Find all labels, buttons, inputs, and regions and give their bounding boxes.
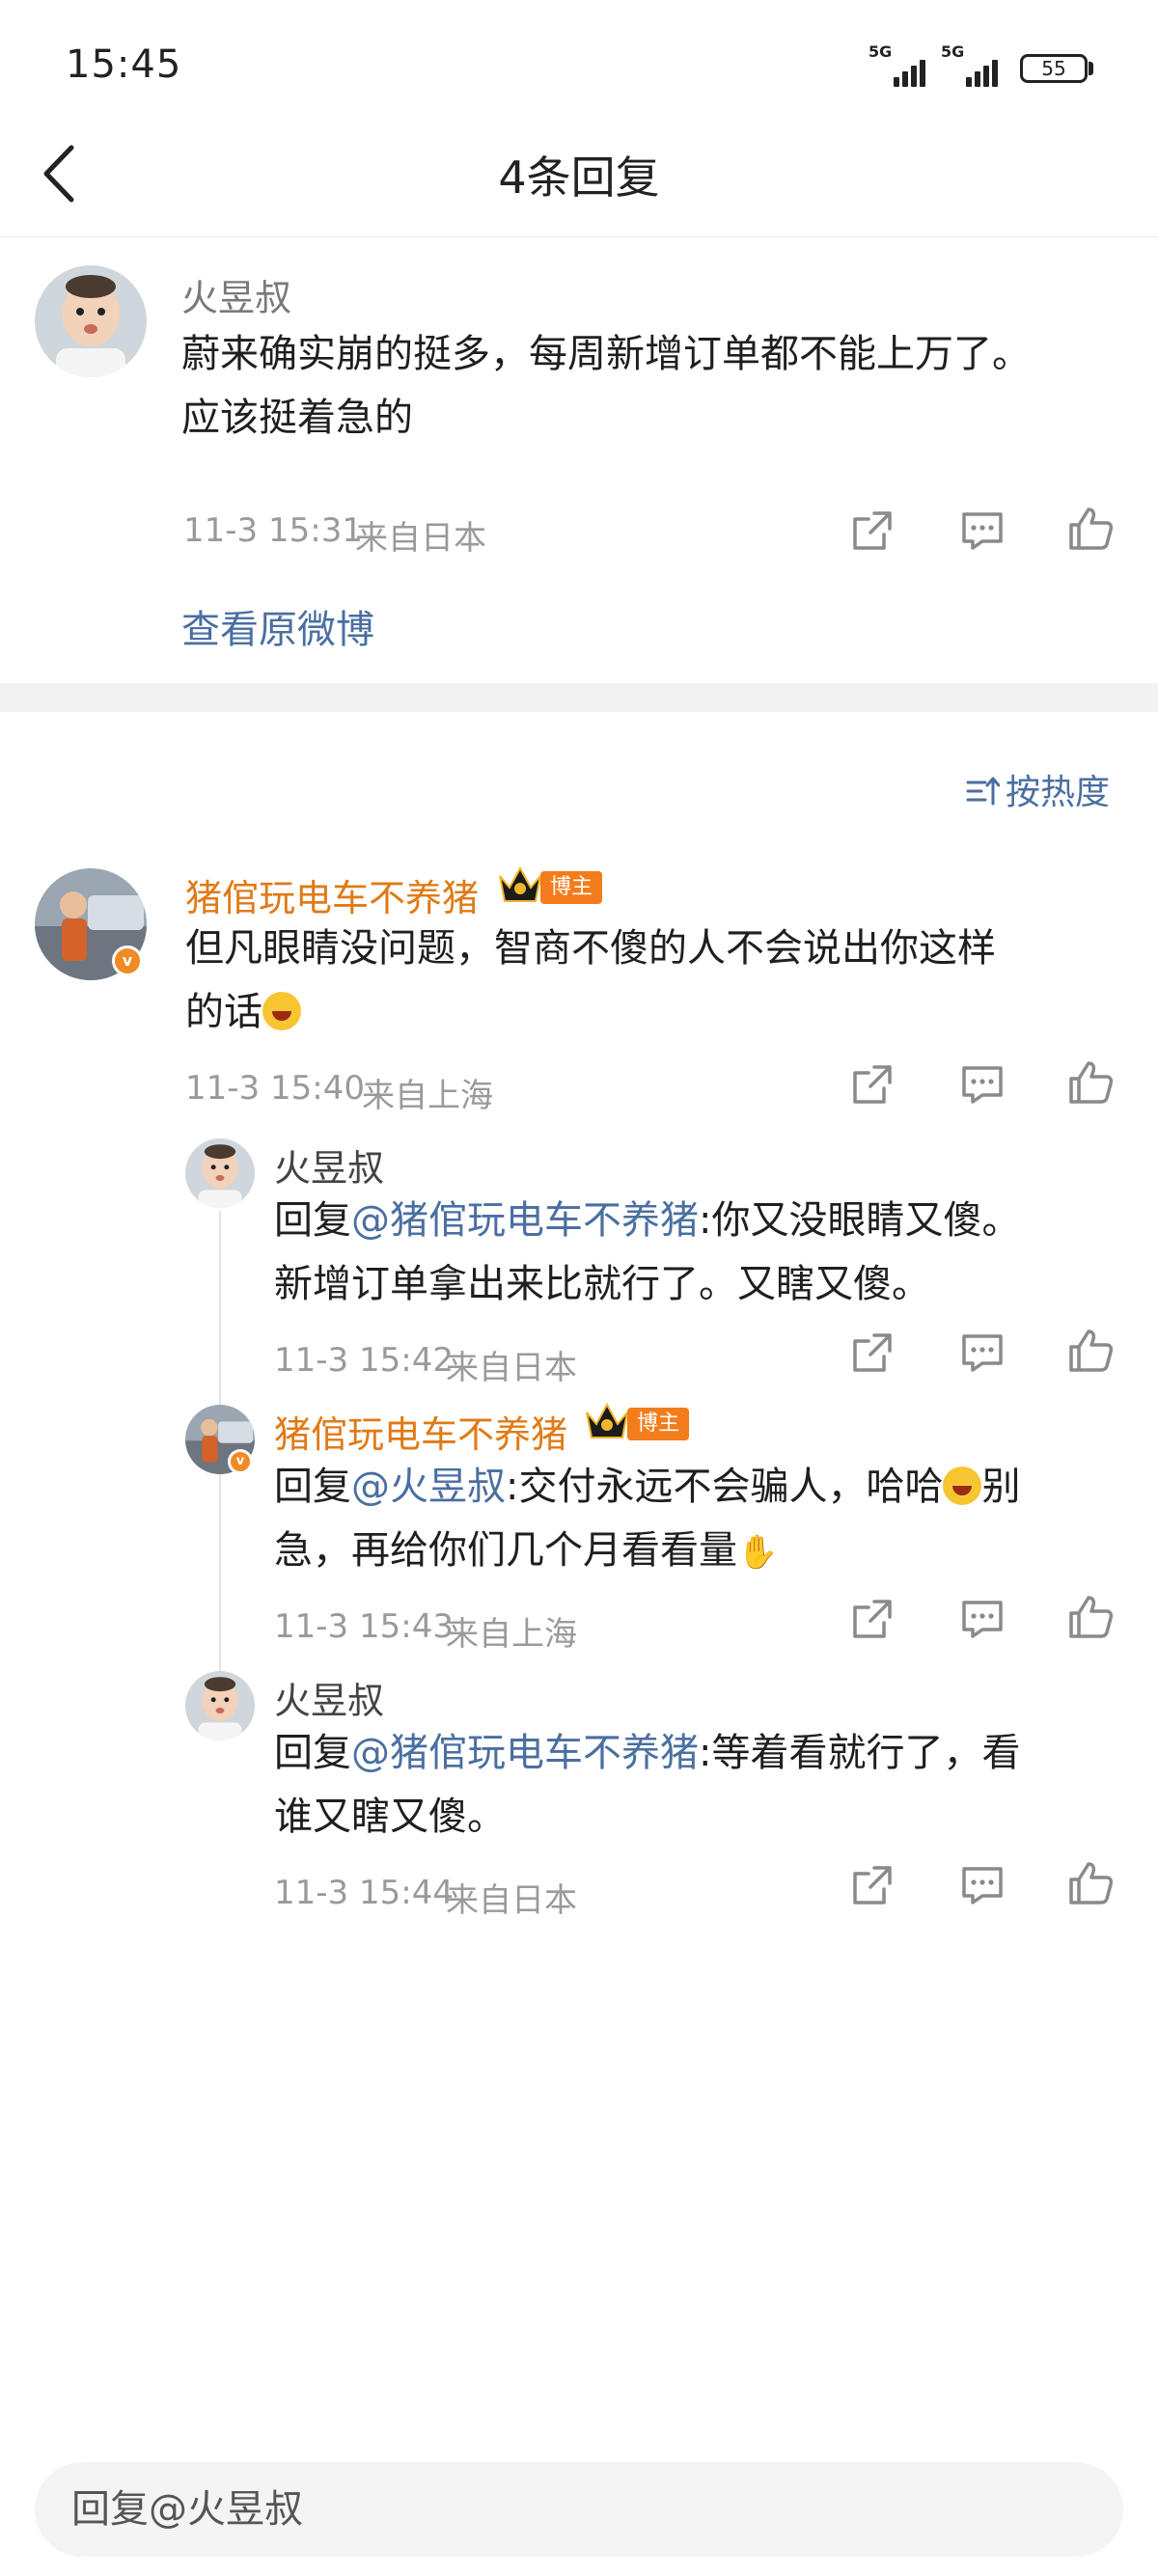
comment-location: 来自日本 (446, 1349, 577, 1387)
laughing-emoji-icon (943, 1466, 982, 1505)
comment-icon (962, 1066, 1003, 1104)
comment-button[interactable] (959, 1329, 1006, 1376)
share-icon (853, 511, 892, 550)
status-time: 15:45 (66, 42, 182, 87)
comment-location: 来自上海 (446, 1615, 577, 1654)
comment-text-line: 蔚来确实崩的挺多，每周新增订单都不能上万了。 (181, 332, 1031, 376)
mention-link[interactable]: @猪倌玩电车不养猪 (351, 1731, 699, 1775)
comment-icon (962, 1334, 1003, 1372)
mention-link[interactable]: @火昱叔 (351, 1465, 506, 1509)
share-icon (853, 1600, 892, 1638)
crown-icon (497, 864, 543, 905)
share-button[interactable] (849, 1596, 896, 1642)
comment-text-line: 谁又瞎又傻。 (274, 1795, 506, 1839)
mention-link[interactable]: @猪倌玩电车不养猪 (351, 1198, 699, 1243)
share-button[interactable] (849, 1061, 896, 1108)
thumbs-up-icon (1069, 507, 1114, 550)
page-title: 4条回复 (498, 151, 660, 204)
comment-text-line: 新增订单拿出来比就行了。又瞎又傻。 (274, 1262, 930, 1306)
like-button[interactable] (1067, 1059, 1114, 1106)
header-divider (0, 236, 1158, 237)
comment-time: 11-3 15:44 (274, 1874, 454, 1912)
comment-time: 11-3 15:43 (274, 1607, 454, 1646)
comment-location: 来自日本 (355, 519, 486, 558)
sort-button[interactable]: 按热度 (965, 764, 1110, 814)
thumbs-up-icon (1069, 1862, 1114, 1905)
comment-text-line: 的话 (185, 980, 301, 1044)
like-button[interactable] (1067, 1328, 1114, 1374)
verified-badge: v (228, 1449, 253, 1474)
thumbs-up-icon (1069, 1329, 1114, 1372)
sort-label: 按热度 (1006, 773, 1111, 812)
like-button[interactable] (1067, 506, 1114, 552)
avatar[interactable] (35, 265, 147, 377)
share-icon (853, 1065, 892, 1104)
username[interactable]: 猪倌玩电车不养猪 (274, 1405, 567, 1458)
comment-text-line: 回复@猪倌玩电车不养猪:等着看就行了，看 (274, 1731, 1021, 1775)
battery-icon: 55 (1020, 54, 1088, 83)
comment-location: 来自上海 (362, 1077, 493, 1115)
like-button[interactable] (1067, 1594, 1114, 1640)
comment-text-line: 但凡眼睛没问题，智商不傻的人不会说出你这样 (185, 926, 996, 971)
comment-text-line: 回复@火昱叔:交付永远不会骗人，哈哈别 (274, 1465, 1021, 1509)
share-icon (853, 1866, 892, 1905)
share-icon (853, 1333, 892, 1372)
comment-time: 11-3 15:40 (185, 1069, 365, 1108)
thumbs-up-icon (1069, 1061, 1114, 1104)
laughing-emoji-icon (262, 992, 301, 1030)
comment-button[interactable] (959, 1862, 1006, 1908)
signal-icon: 5G (941, 42, 1001, 87)
comment-text-line: 回复@猪倌玩电车不养猪:你又没眼睛又傻。 (274, 1198, 1021, 1243)
comment-time: 11-3 15:31 (183, 511, 363, 550)
section-divider (0, 683, 1158, 712)
blogger-badge: 博主 (540, 871, 603, 904)
share-button[interactable] (849, 1862, 896, 1908)
thumbs-up-icon (1069, 1596, 1114, 1638)
sort-icon (966, 777, 1001, 806)
clap-hands-icon: ✋ (737, 1533, 779, 1572)
comment-location: 来自日本 (446, 1881, 577, 1920)
username[interactable]: 猪倌玩电车不养猪 (185, 868, 479, 921)
reply-input[interactable] (35, 2462, 1123, 2557)
battery-tip (1089, 62, 1093, 75)
comment-text-line: 急，再给你们几个月看看量✋ (274, 1519, 778, 1584)
comment-button[interactable] (959, 507, 1006, 554)
signal-icon: 5G (868, 42, 928, 87)
share-button[interactable] (849, 507, 896, 554)
verified-badge: v (112, 945, 143, 976)
comment-button[interactable] (959, 1061, 1006, 1108)
share-button[interactable] (849, 1329, 896, 1376)
comment-text-line: 应该挺着急的 (181, 396, 413, 440)
crown-icon (584, 1401, 630, 1441)
comment-button[interactable] (959, 1596, 1006, 1642)
username[interactable]: 火昱叔 (274, 1671, 384, 1724)
comment-icon (962, 1601, 1003, 1638)
blogger-badge: 博主 (627, 1408, 690, 1440)
avatar[interactable] (185, 1138, 255, 1208)
network-label: 5G (868, 42, 893, 61)
comment-icon (962, 512, 1003, 550)
username[interactable]: 火昱叔 (274, 1138, 384, 1192)
view-original-link[interactable]: 查看原微博 (181, 598, 374, 654)
network-label: 5G (941, 42, 965, 61)
comment-time: 11-3 15:42 (274, 1341, 454, 1380)
comment-icon (962, 1867, 1003, 1905)
like-button[interactable] (1067, 1860, 1114, 1906)
avatar[interactable] (185, 1671, 255, 1740)
username[interactable]: 火昱叔 (181, 268, 291, 321)
